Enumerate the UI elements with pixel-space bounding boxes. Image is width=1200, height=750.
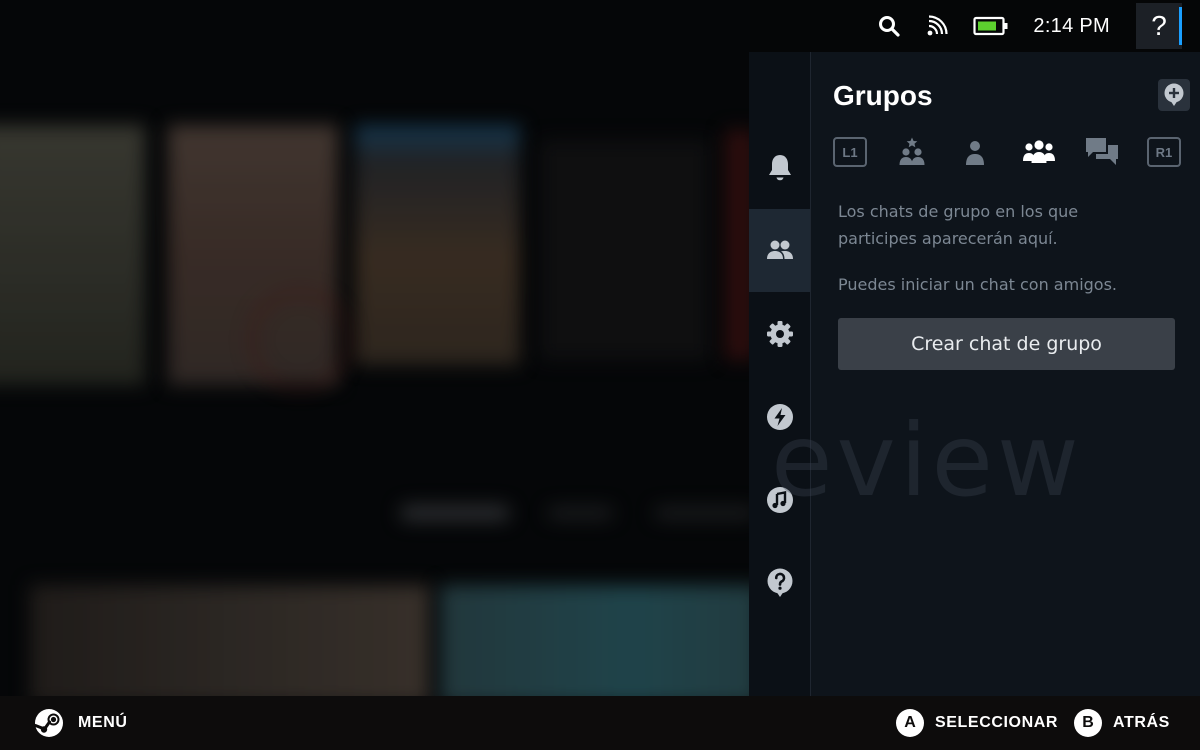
- friends-chat-panel: eview Grupos L1 R1 Los chats de grupo en…: [749, 52, 1200, 696]
- page-title: Grupos: [833, 80, 933, 111]
- battery-icon: [973, 14, 1009, 38]
- tab-friends[interactable]: [957, 136, 993, 168]
- blurred-library-background: [0, 0, 750, 696]
- side-rail: [749, 52, 811, 696]
- create-group-chat-button[interactable]: Crear chat de grupo: [838, 318, 1175, 370]
- back-label: ATRÁS: [1113, 714, 1170, 731]
- rail-item-performance[interactable]: [749, 375, 810, 458]
- bolt-icon: [766, 403, 793, 430]
- status-bar: 2:14 PM ?: [877, 0, 1200, 52]
- background-dim-overlay: [0, 0, 750, 696]
- bell-icon: [768, 154, 791, 180]
- steam-logo-icon: [34, 709, 63, 737]
- back-hint[interactable]: B ATRÁS: [1074, 709, 1170, 737]
- a-button-icon: A: [896, 709, 924, 737]
- rail-item-help[interactable]: [749, 541, 810, 624]
- watermark: eview: [771, 402, 1083, 519]
- menu-hint[interactable]: MENÚ: [34, 708, 128, 738]
- r1-shoulder-hint[interactable]: R1: [1146, 137, 1181, 167]
- tab-bar: L1 R1: [833, 136, 1181, 168]
- select-hint[interactable]: A SELECCIONAR: [896, 709, 1058, 737]
- question-bubble-icon: [767, 568, 792, 597]
- gear-icon: [766, 320, 793, 347]
- help-label: ?: [1151, 10, 1167, 41]
- favorites-friends-icon: [899, 137, 925, 165]
- search-icon[interactable]: [877, 14, 901, 38]
- rail-item-friends[interactable]: [749, 209, 810, 292]
- tab-chats[interactable]: [1084, 136, 1120, 168]
- b-button-icon: B: [1074, 709, 1102, 737]
- music-note-icon: [766, 486, 793, 513]
- menu-label: MENÚ: [78, 714, 128, 731]
- person-icon: [966, 141, 985, 165]
- clock: 2:14 PM: [1033, 14, 1110, 37]
- new-group-chat-button[interactable]: [1158, 79, 1190, 111]
- empty-state-message: Los chats de grupo en los que participes…: [838, 202, 1079, 248]
- rail-item-settings[interactable]: [749, 292, 810, 375]
- rail-item-music[interactable]: [749, 458, 810, 541]
- bottom-bar: MENÚ A SELECCIONAR B ATRÁS: [0, 696, 1200, 750]
- panel-content: eview Grupos L1 R1 Los chats de grupo en…: [771, 52, 1200, 696]
- help-button[interactable]: ?: [1136, 3, 1182, 49]
- chats-icon: [1085, 138, 1118, 165]
- add-chat-icon: [1164, 83, 1184, 106]
- friends-icon: [766, 240, 793, 259]
- tab-favorites[interactable]: [894, 136, 930, 168]
- tab-groups[interactable]: [1021, 136, 1057, 168]
- select-label: SELECCIONAR: [935, 714, 1059, 731]
- rail-item-notifications[interactable]: [749, 126, 810, 209]
- empty-state-hint: Puedes iniciar un chat con amigos.: [838, 275, 1117, 294]
- group-icon: [1022, 140, 1055, 163]
- network-icon: [925, 14, 949, 38]
- l1-shoulder-hint[interactable]: L1: [833, 137, 867, 167]
